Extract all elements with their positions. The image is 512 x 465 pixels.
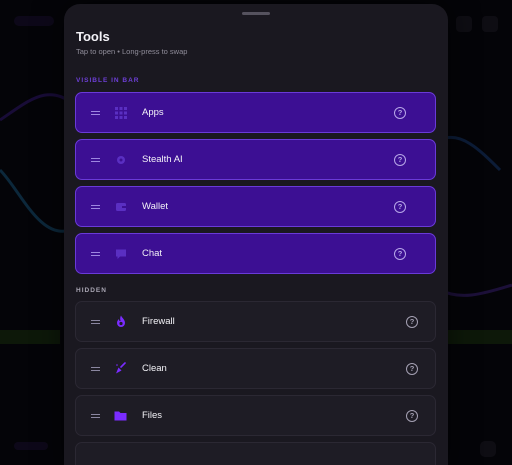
tool-label: Stealth AI	[142, 154, 183, 165]
tool-row-chat[interactable]: Chat ?	[75, 233, 436, 274]
sheet-title: Tools	[76, 29, 110, 44]
section-visible-in-bar: VISIBLE IN BAR	[76, 77, 140, 84]
reorder-handle-icon[interactable]	[91, 319, 100, 324]
tool-row-firewall[interactable]: Firewall ?	[75, 301, 436, 342]
spark-icon	[114, 153, 127, 166]
tool-row-apps[interactable]: Apps ?	[75, 92, 436, 133]
help-icon[interactable]: ?	[394, 247, 406, 260]
tool-row-clean[interactable]: Clean ?	[75, 348, 436, 389]
help-icon[interactable]: ?	[406, 409, 418, 422]
tools-sheet: Tools Tap to open • Long-press to swap V…	[64, 4, 448, 465]
tool-row-files[interactable]: Files ?	[75, 395, 436, 436]
reorder-handle-icon[interactable]	[91, 204, 100, 209]
wallet-icon	[114, 200, 127, 213]
tool-label: Firewall	[142, 316, 175, 327]
help-icon[interactable]: ?	[394, 153, 406, 166]
help-icon[interactable]: ?	[406, 362, 418, 375]
reorder-handle-icon[interactable]	[91, 366, 100, 371]
help-icon[interactable]: ?	[394, 200, 406, 213]
tool-label: Chat	[142, 248, 163, 259]
tool-row-wallet[interactable]: Wallet ?	[75, 186, 436, 227]
chat-icon	[114, 247, 127, 260]
grid-icon	[114, 106, 127, 119]
reorder-handle-icon[interactable]	[91, 251, 100, 256]
reorder-handle-icon[interactable]	[91, 157, 100, 162]
folder-icon	[114, 409, 127, 422]
drag-handle[interactable]	[242, 12, 270, 15]
flame-icon	[114, 315, 127, 328]
tool-row-partial[interactable]	[75, 442, 436, 465]
help-icon[interactable]: ?	[406, 315, 418, 328]
broom-icon	[114, 362, 127, 375]
sheet-subtitle: Tap to open • Long-press to swap	[76, 47, 188, 56]
tool-label: Files	[142, 410, 163, 421]
reorder-handle-icon[interactable]	[91, 110, 100, 115]
help-icon[interactable]: ?	[394, 106, 406, 119]
reorder-handle-icon[interactable]	[91, 413, 100, 418]
tool-row-stealth-ai[interactable]: Stealth AI ?	[75, 139, 436, 180]
tool-label: Clean	[142, 363, 167, 374]
section-hidden: HIDDEN	[76, 287, 107, 294]
tool-label: Wallet	[142, 201, 169, 212]
tool-label: Apps	[142, 107, 164, 118]
